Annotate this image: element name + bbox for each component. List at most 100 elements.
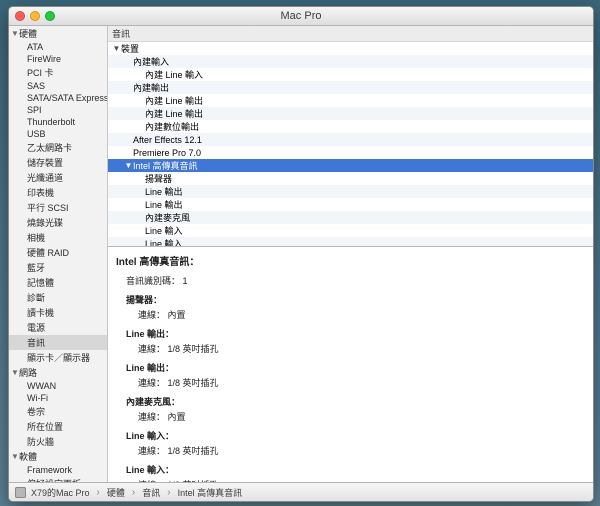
disclosure-triangle-icon: ▼ <box>112 44 121 53</box>
outline-row-label: 內建數位輸出 <box>145 120 199 133</box>
outline-row[interactable]: 內建 Line 輸出 <box>108 107 593 120</box>
section-header: 音訊 <box>108 26 593 42</box>
outline-row-selected[interactable]: ▼Intel 高傳真音訊 <box>108 159 593 172</box>
sidebar-item[interactable]: 防火牆 <box>9 434 107 449</box>
sidebar-item[interactable]: 所在位置 <box>9 419 107 434</box>
detail-group: Line 輸出： 連線： 1/8 英吋插孔 <box>126 327 585 355</box>
disclosure-triangle-icon: ▼ <box>11 368 19 377</box>
outline-row[interactable]: 內建數位輸出 <box>108 120 593 133</box>
sidebar-item[interactable]: WWAN <box>9 380 107 392</box>
detail-group: Line 輸入：連線： 1/8 英吋插孔 <box>126 429 585 457</box>
disclosure-triangle-icon: ▼ <box>11 29 19 38</box>
outline-row-label: 內建 Line 輸出 <box>145 107 203 120</box>
computer-icon <box>15 487 26 498</box>
sidebar-item[interactable]: SPI <box>9 104 107 116</box>
sidebar-item[interactable]: FireWire <box>9 53 107 65</box>
disclosure-triangle-icon: ▼ <box>11 452 19 461</box>
outline-row-label: 揚聲器 <box>145 172 172 185</box>
sidebar-item[interactable]: 平行 SCSI <box>9 200 107 215</box>
sidebar-category[interactable]: ▼軟體 <box>9 449 107 464</box>
outline-row[interactable]: Line 輸入 <box>108 224 593 237</box>
sidebar-item[interactable]: 顯示卡／顯示器 <box>9 350 107 365</box>
outline-row-label: 內建輸入 <box>133 55 169 68</box>
breadcrumb-item[interactable]: 音訊 <box>142 486 160 499</box>
sidebar-item[interactable]: 乙太網路卡 <box>9 140 107 155</box>
outline-row[interactable]: After Effects 12.1 <box>108 133 593 146</box>
sidebar-category[interactable]: ▼網路 <box>9 365 107 380</box>
outline-row[interactable]: Premiere Pro 7.0 <box>108 146 593 159</box>
sidebar-item[interactable]: 藍牙 <box>9 260 107 275</box>
sidebar-item[interactable]: 診斷 <box>9 290 107 305</box>
outline-row-label: 內建 Line 輸出 <box>145 94 203 107</box>
outline-row[interactable]: 內建輸出 <box>108 81 593 94</box>
sidebar-item[interactable]: PCI 卡 <box>9 65 107 80</box>
breadcrumb-separator-icon <box>130 487 137 498</box>
outline-row-label: After Effects 12.1 <box>133 135 202 145</box>
breadcrumb-item[interactable]: Intel 高傳真音訊 <box>178 486 243 499</box>
detail-group-value: 連線： 內置 <box>138 410 585 423</box>
detail-group: 內建麥克風： 連線： 內置 <box>126 395 585 423</box>
sidebar-item[interactable]: 燒錄光碟 <box>9 215 107 230</box>
outline-row[interactable]: 內建 Line 輸入 <box>108 68 593 81</box>
sidebar-item[interactable]: 卷宗 <box>9 404 107 419</box>
sidebar[interactable]: ▼硬體ATAFireWirePCI 卡SASSATA/SATA ExpressS… <box>9 26 108 482</box>
breadcrumb[interactable]: X79的Mac Pro 硬體 音訊 Intel 高傳真音訊 <box>9 482 593 501</box>
outline-row[interactable]: ▼裝置 <box>108 42 593 55</box>
outline-row[interactable]: Line 輸入 <box>108 237 593 247</box>
sidebar-item[interactable]: 印表機 <box>9 185 107 200</box>
outline-row[interactable]: 內建 Line 輸出 <box>108 94 593 107</box>
sidebar-category[interactable]: ▼硬體 <box>9 26 107 41</box>
disclosure-triangle-icon: ▼ <box>124 161 133 170</box>
detail-group-value: 連線： 1/8 英吋插孔 <box>138 342 585 355</box>
outline-row[interactable]: Line 輸出 <box>108 198 593 211</box>
sidebar-item[interactable]: 音訊 <box>9 335 107 350</box>
sidebar-item[interactable]: Framework <box>9 464 107 476</box>
breadcrumb-item[interactable]: 硬體 <box>107 486 125 499</box>
outline-row-label: 內建麥克風 <box>145 211 190 224</box>
sidebar-item[interactable]: USB <box>9 128 107 140</box>
sidebar-item[interactable]: 記憶體 <box>9 275 107 290</box>
outline-row-label: Intel 高傳真音訊 <box>133 159 198 172</box>
system-profiler-window: Mac Pro ▼硬體ATAFireWirePCI 卡SASSATA/SATA … <box>8 6 594 502</box>
device-outline[interactable]: ▼裝置內建輸入內建 Line 輸入內建輸出內建 Line 輸出內建 Line 輸… <box>108 42 593 247</box>
detail-group-title: Line 輸出： <box>126 327 585 340</box>
sidebar-item[interactable]: Wi-Fi <box>9 392 107 404</box>
outline-row[interactable]: 揚聲器 <box>108 172 593 185</box>
sidebar-item[interactable]: 硬體 RAID <box>9 245 107 260</box>
detail-group-title: Line 輸入： <box>126 463 585 476</box>
sidebar-item[interactable]: Thunderbolt <box>9 116 107 128</box>
detail-group: 揚聲器：連線： 內置 <box>126 293 585 321</box>
sidebar-category-label: 網路 <box>19 366 37 379</box>
outline-row[interactable]: 內建輸入 <box>108 55 593 68</box>
outline-row-label: Line 輸入 <box>145 237 183 247</box>
sidebar-item[interactable]: 儲存裝置 <box>9 155 107 170</box>
detail-pane[interactable]: Intel 高傳真音訊： 音訊識別碼： 1揚聲器：連線： 內置Line 輸出：連… <box>108 247 593 482</box>
sidebar-category-label: 硬體 <box>19 27 37 40</box>
outline-row-label: Line 輸出 <box>145 198 183 211</box>
outline-row-label: Premiere Pro 7.0 <box>133 148 201 158</box>
sidebar-category-label: 軟體 <box>19 450 37 463</box>
detail-group: Line 輸入：連線： 1/8 英吋插孔 <box>126 463 585 482</box>
sidebar-item[interactable]: ATA <box>9 41 107 53</box>
sidebar-item[interactable]: SATA/SATA Express <box>9 92 107 104</box>
content-split: ▼硬體ATAFireWirePCI 卡SASSATA/SATA ExpressS… <box>9 26 593 482</box>
detail-group-title: Line 輸入： <box>126 429 585 442</box>
titlebar: Mac Pro <box>9 7 593 26</box>
main-pane: 音訊 ▼裝置內建輸入內建 Line 輸入內建輸出內建 Line 輸出內建 Lin… <box>108 26 593 482</box>
breadcrumb-item[interactable]: X79的Mac Pro <box>31 486 90 499</box>
detail-group: Line 輸出：連線： 1/8 英吋插孔 <box>126 361 585 389</box>
sidebar-item[interactable]: 讀卡機 <box>9 305 107 320</box>
detail-group-value: 連線： 內置 <box>138 308 585 321</box>
sidebar-item[interactable]: SAS <box>9 80 107 92</box>
outline-row[interactable]: 內建麥克風 <box>108 211 593 224</box>
detail-group-value: 連線： 1/8 英吋插孔 <box>138 376 585 389</box>
sidebar-item[interactable]: 相機 <box>9 230 107 245</box>
sidebar-item[interactable]: 光纖通道 <box>9 170 107 185</box>
sidebar-item[interactable]: 電源 <box>9 320 107 335</box>
outline-row-label: 裝置 <box>121 42 139 55</box>
outline-row-label: 內建 Line 輸入 <box>145 68 203 81</box>
outline-row[interactable]: Line 輸出 <box>108 185 593 198</box>
outline-row-label: Line 輸入 <box>145 224 183 237</box>
detail-group-title: 內建麥克風： <box>126 395 585 408</box>
detail-heading: Intel 高傳真音訊： <box>116 253 585 268</box>
